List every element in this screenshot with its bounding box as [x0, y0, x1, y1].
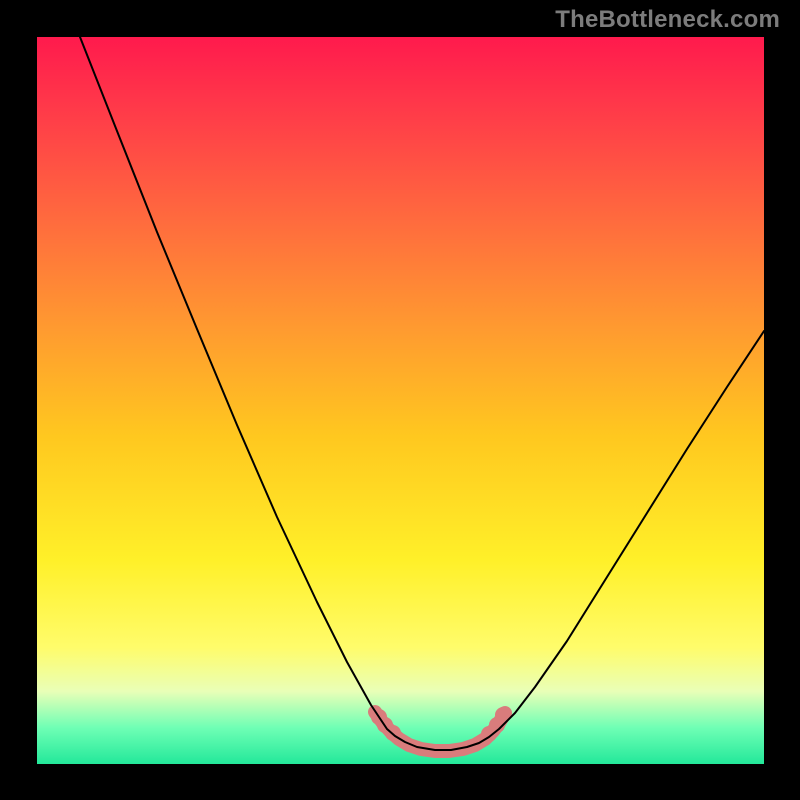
- watermark-text: TheBottleneck.com: [555, 6, 780, 34]
- plot-area: [37, 37, 764, 764]
- chart-frame: TheBottleneck.com: [0, 0, 800, 800]
